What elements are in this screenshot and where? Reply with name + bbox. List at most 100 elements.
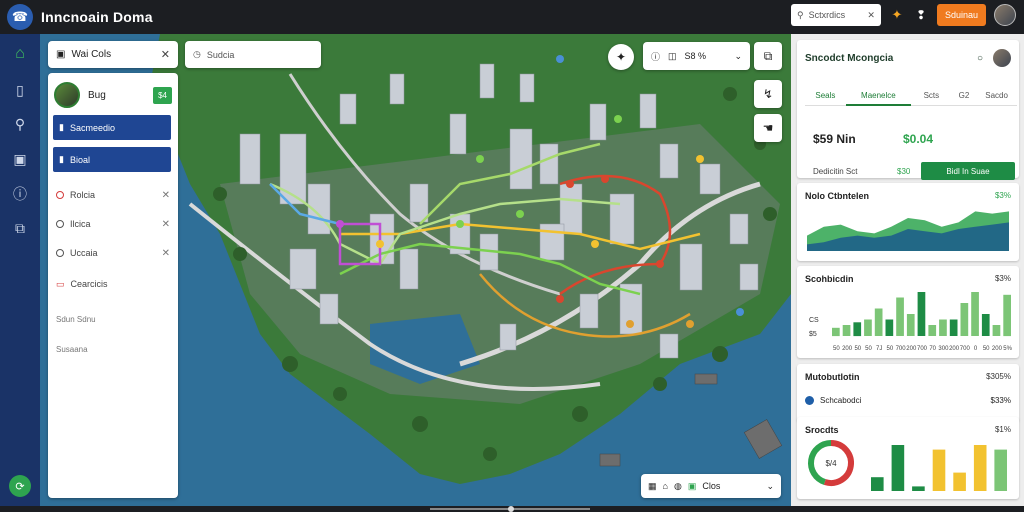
- map-icon: ◫: [668, 50, 677, 61]
- action-button[interactable]: Bidl In Suae: [921, 162, 1015, 180]
- bar: [917, 292, 926, 336]
- chevron-down-icon[interactable]: ⌄: [766, 481, 774, 492]
- close-icon[interactable]: ✕: [867, 10, 875, 21]
- car-icon[interactable]: ◍: [674, 481, 682, 492]
- bus-icon: ▮: [59, 122, 64, 132]
- search-input[interactable]: ⚲ Sctxrdics ✕: [790, 4, 881, 26]
- scroll-handle[interactable]: [508, 506, 514, 512]
- compass-icon[interactable]: ✦: [608, 44, 634, 70]
- map-marker: [516, 210, 524, 218]
- notification-icon[interactable]: ❢: [913, 8, 929, 22]
- home-icon[interactable]: ⌂: [10, 44, 30, 64]
- tab-g2[interactable]: G2: [951, 86, 977, 106]
- tick-label: 7J: [876, 346, 882, 352]
- kpi-value: $59 Nin: [813, 132, 856, 146]
- primary-action-button[interactable]: Sduinau: [936, 4, 986, 26]
- tab-scts[interactable]: Scts: [911, 86, 952, 106]
- tick-label: 50: [833, 346, 840, 352]
- bar-chart: 50 200 50 50 7J 50 700 200 700 70 300 200 700 0 50 200 5…: [809, 292, 1013, 352]
- layer-toolbar[interactable]: ▦ ⌂ ◍ ▣ Clos ⌄: [641, 474, 781, 498]
- bus-icon[interactable]: ▣: [688, 481, 697, 492]
- tab-maenelce[interactable]: Maenelce: [845, 86, 911, 106]
- kpi-label: Dedicitin Sct: [813, 167, 858, 176]
- pin-icon[interactable]: ⌂: [663, 481, 668, 491]
- nav-label: Sacmeedio: [69, 122, 115, 133]
- refresh-icon[interactable]: ⟳: [9, 475, 31, 497]
- handshake-icon[interactable]: ✦: [889, 7, 905, 23]
- tab-label: Wai Cols: [71, 49, 112, 60]
- area-chart-card: Nolo Ctbntelen $3%: [797, 183, 1019, 261]
- tick-label: 0: [974, 346, 978, 352]
- layer-label: Cearcicis: [70, 279, 108, 289]
- avatar[interactable]: [54, 82, 80, 108]
- layers-icon[interactable]: ⧉: [10, 218, 30, 238]
- route-icon[interactable]: ⚲: [10, 114, 30, 134]
- wallet-icon[interactable]: ▣: [10, 149, 30, 169]
- panel-title: Sncodct Mcongcia: [805, 52, 894, 64]
- app-title: Inncnoain Doma: [41, 9, 153, 25]
- map-marker: [696, 155, 704, 163]
- left-rail: ⌂ ▯ ⚲ ▣ ⓘ ⧉ ⟳: [0, 34, 40, 506]
- tab-primary[interactable]: ▣ Wai Cols ✕: [48, 41, 178, 68]
- bar: [960, 303, 969, 336]
- right-panel: Sncodct Mcongcia ○ Seals Maenelce Scts G…: [791, 34, 1024, 506]
- nav-button-secondary[interactable]: ▮ Bioal: [53, 147, 171, 172]
- hand-icon[interactable]: ☚: [754, 114, 782, 142]
- bar: [864, 319, 872, 336]
- bar: [992, 325, 1001, 336]
- bar: [949, 319, 958, 336]
- top-bar: ☎ Inncnoain Doma ⚲ Sctxrdics ✕ ✦ ❢ Sduin…: [0, 0, 1024, 34]
- layer-item[interactable]: ▭ Cearcicis: [56, 276, 170, 292]
- train-icon: ▮: [59, 154, 64, 164]
- close-icon[interactable]: ✕: [162, 190, 170, 201]
- close-icon[interactable]: ✕: [162, 248, 170, 259]
- map-marker: [614, 115, 622, 123]
- avatar[interactable]: [994, 4, 1016, 26]
- map-marker: [686, 320, 694, 328]
- layers-icon[interactable]: ▦: [648, 481, 657, 492]
- note-text: Susaana: [56, 345, 88, 354]
- donut-label: $/4: [825, 459, 837, 468]
- tick-label: 50: [865, 346, 872, 352]
- tab-label: Sudcia: [206, 49, 235, 60]
- tick-label: 50: [887, 346, 894, 352]
- app-logo-icon[interactable]: ☎: [7, 4, 33, 30]
- pin-icon: [56, 191, 64, 199]
- route-icon[interactable]: ↯: [754, 80, 782, 108]
- info-icon[interactable]: ○: [977, 53, 983, 64]
- map-marker: [566, 180, 574, 188]
- chevron-down-icon[interactable]: ⌄: [734, 51, 742, 62]
- book-icon[interactable]: ▯: [10, 80, 30, 100]
- legend-dot: [805, 396, 814, 405]
- tick-label: 200: [949, 346, 960, 352]
- summary-card: Sncodct Mcongcia ○ Seals Maenelce Scts G…: [797, 40, 1019, 180]
- map-view-control[interactable]: ⓘ ◫ S8 % ⌄: [643, 42, 750, 70]
- bar: [981, 314, 990, 336]
- info-icon[interactable]: ⓘ: [10, 184, 30, 204]
- card-title: Mutobutlotin: [805, 372, 860, 382]
- close-icon[interactable]: ✕: [162, 219, 170, 230]
- layer-item[interactable]: Uccaia ✕: [56, 245, 170, 261]
- avatar[interactable]: [993, 49, 1011, 67]
- kpi-value: $0.04: [903, 132, 934, 146]
- layer-item[interactable]: Ilcica ✕: [56, 216, 170, 232]
- tick-label: 700: [917, 346, 928, 352]
- tab-sacdo[interactable]: Sacdo: [976, 86, 1017, 106]
- close-icon[interactable]: ✕: [161, 48, 170, 61]
- bar: [953, 472, 966, 491]
- bar: [994, 449, 1007, 491]
- status-badge[interactable]: $4: [153, 86, 172, 104]
- legend-label: Schcabodci: [820, 396, 862, 405]
- legend-value: $33%: [990, 396, 1011, 405]
- bar: [871, 477, 884, 491]
- bar: [932, 449, 946, 491]
- tab-seals[interactable]: Seals: [805, 86, 846, 106]
- bar: [912, 486, 925, 491]
- card-value: $305%: [986, 372, 1011, 381]
- tick-label: 700: [960, 346, 971, 352]
- bottom-bar: [0, 506, 1024, 512]
- nav-button-primary[interactable]: ▮ Sacmeedio: [53, 115, 171, 140]
- tab-secondary[interactable]: ◷ Sudcia: [185, 41, 321, 68]
- layer-item[interactable]: Rolcia ✕: [56, 187, 170, 203]
- copy-icon[interactable]: ⧉: [754, 42, 782, 70]
